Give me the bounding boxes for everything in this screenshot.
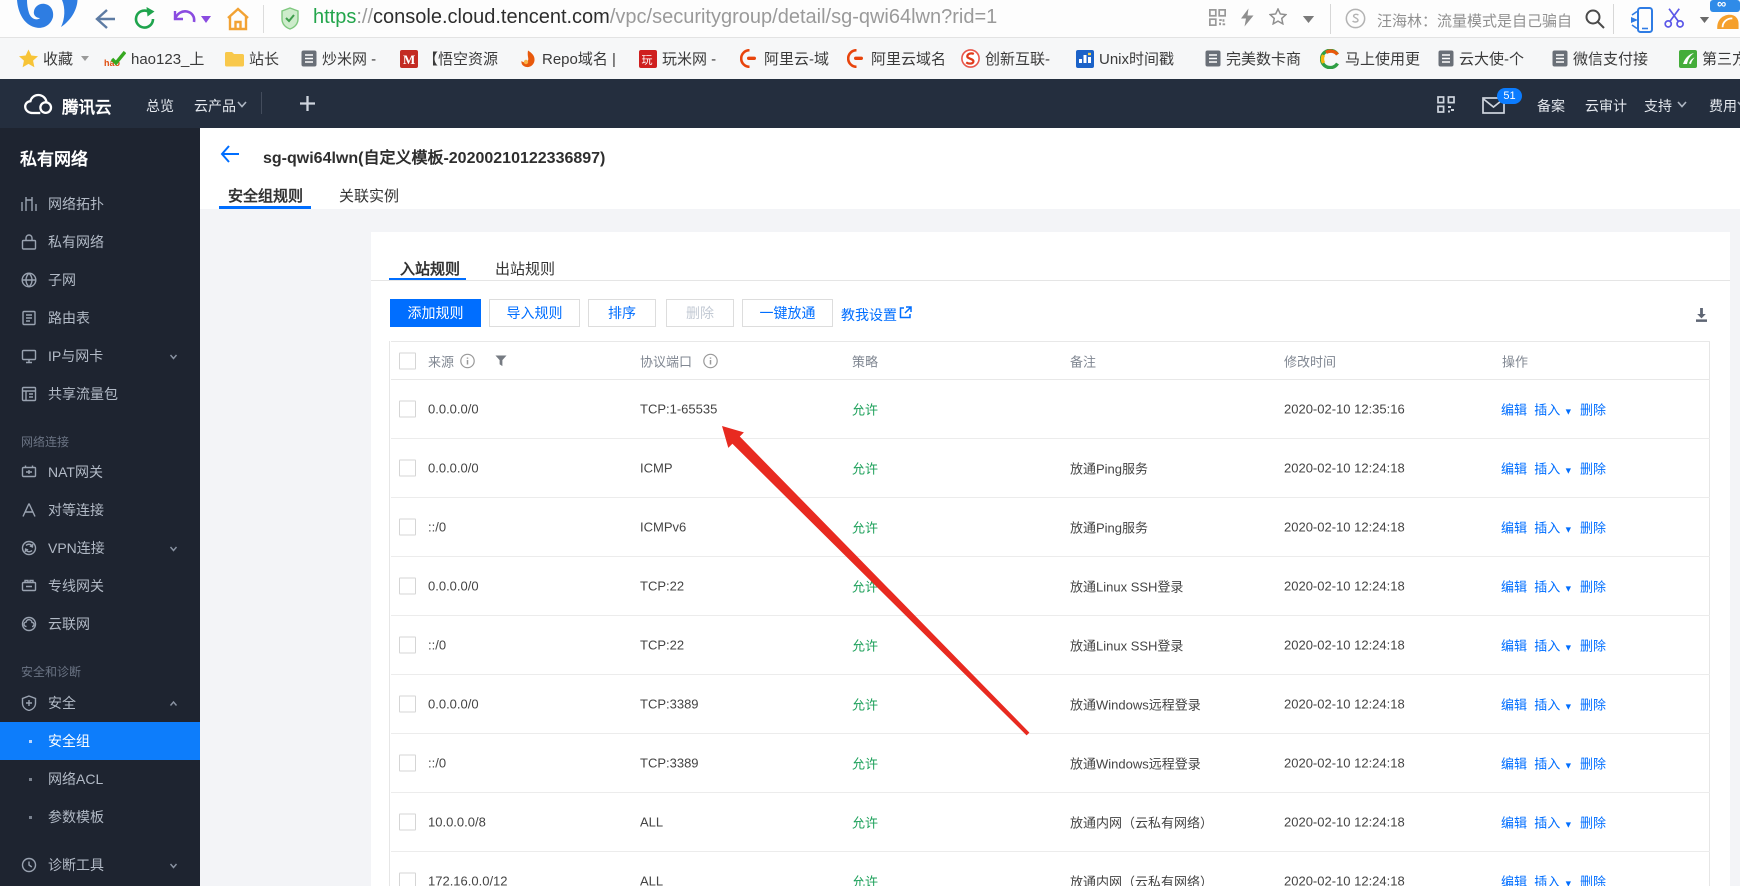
svg-text:M: M bbox=[403, 52, 415, 67]
svg-text:玩: 玩 bbox=[642, 54, 653, 66]
